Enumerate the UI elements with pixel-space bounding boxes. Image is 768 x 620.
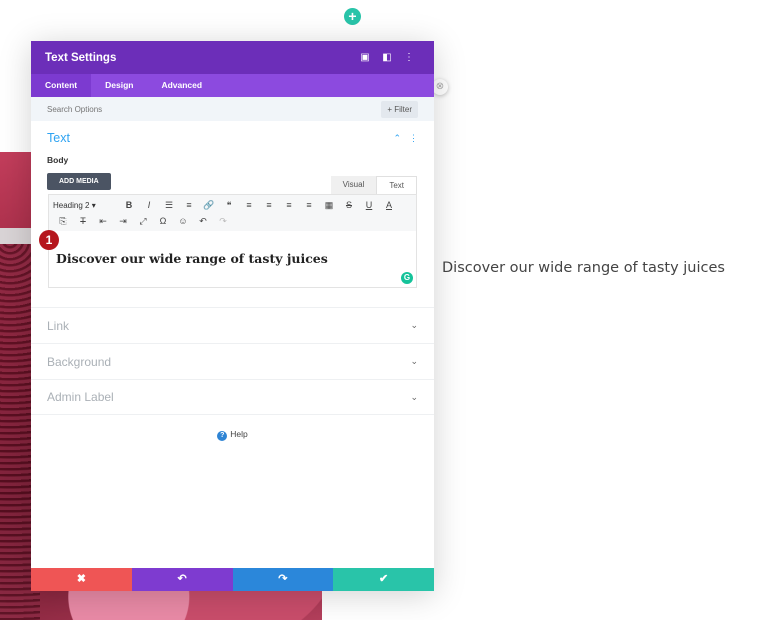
- indent-icon[interactable]: ⇥: [113, 216, 133, 227]
- align-left-icon[interactable]: ≡: [239, 200, 259, 210]
- text-section-header[interactable]: Text ⌃ ⋮: [31, 121, 434, 155]
- add-section-plus-icon[interactable]: +: [344, 8, 361, 25]
- outdent-icon[interactable]: ⇤: [93, 216, 113, 227]
- format-select[interactable]: Heading 2 ▾: [53, 201, 119, 210]
- text-settings-modal: Text Settings ▣ ◧ ⋮ Content Design Advan…: [31, 41, 434, 591]
- tab-advanced[interactable]: Advanced: [147, 74, 216, 97]
- underline-icon[interactable]: U: [359, 200, 379, 210]
- help-link[interactable]: ? Help: [31, 429, 434, 441]
- chevron-down-icon[interactable]: ⌄: [410, 356, 418, 367]
- chevron-up-icon[interactable]: ⌃: [393, 133, 401, 144]
- toolbar-row-2: ⎘ T ⇤ ⇥ ⤢ Ω ☺ ↶ ↷: [53, 213, 412, 229]
- more-vertical-icon[interactable]: ⋮: [398, 52, 420, 63]
- redo-icon[interactable]: ↷: [213, 216, 233, 227]
- quote-icon[interactable]: ❝: [219, 200, 239, 211]
- modal-title: Text Settings: [45, 51, 117, 64]
- step-marker-badge: 1: [39, 230, 59, 250]
- bullet-list-icon[interactable]: ☰: [159, 200, 179, 211]
- filter-button[interactable]: + Filter: [381, 100, 418, 118]
- fullscreen-icon[interactable]: ⤢: [133, 216, 153, 227]
- link-icon[interactable]: 🔗: [199, 200, 219, 211]
- numbered-list-icon[interactable]: ≡: [179, 200, 199, 210]
- tab-design[interactable]: Design: [91, 74, 147, 97]
- text-color-icon[interactable]: A: [379, 200, 399, 210]
- justify-icon[interactable]: ≡: [299, 200, 319, 210]
- check-icon: ✔: [379, 573, 389, 585]
- page-canvas: + Discover our wide range of tasty juice…: [0, 0, 768, 620]
- link-section-header[interactable]: Link ⌄: [31, 307, 434, 343]
- body-label: Body: [47, 155, 69, 165]
- section-more-icon[interactable]: ⋮: [409, 133, 418, 144]
- undo-icon[interactable]: ↶: [193, 216, 213, 227]
- grammarly-icon[interactable]: G: [401, 272, 413, 284]
- special-char-icon[interactable]: Ω: [153, 216, 173, 226]
- expand-icon[interactable]: ▣: [354, 52, 376, 63]
- editor-toolbar: Heading 2 ▾ B I ☰ ≡ 🔗 ❝ ≡ ≡ ≡ ≡ ▦ S U A: [49, 195, 416, 231]
- modal-footer: ✖ ↶ ↷ ✔: [31, 568, 434, 591]
- search-options-input[interactable]: [47, 104, 382, 114]
- tab-text[interactable]: Text: [376, 176, 417, 194]
- tab-content[interactable]: Content: [31, 74, 92, 97]
- chevron-down-icon[interactable]: ⌄: [410, 320, 418, 331]
- italic-icon[interactable]: I: [139, 200, 159, 210]
- text-section-title: Text: [47, 131, 70, 145]
- format-select-value: Heading 2: [53, 200, 90, 210]
- redo-button[interactable]: ↷: [232, 568, 334, 591]
- paste-icon[interactable]: ⎘: [53, 216, 73, 227]
- columns-icon[interactable]: ◧: [376, 52, 398, 63]
- bold-icon[interactable]: B: [119, 200, 139, 210]
- background-section-title: Background: [47, 354, 112, 369]
- modal-tabs: Content Design Advanced: [31, 74, 434, 97]
- toolbar-row-1: Heading 2 ▾ B I ☰ ≡ 🔗 ❝ ≡ ≡ ≡ ≡ ▦ S U A: [53, 197, 412, 213]
- link-section-title: Link: [47, 318, 70, 333]
- media-row: ADD MEDIA Visual Text: [31, 170, 434, 194]
- add-media-button[interactable]: ADD MEDIA: [47, 173, 111, 190]
- help-label: Help: [230, 429, 248, 439]
- undo-button[interactable]: ↶: [131, 568, 233, 591]
- undo-icon: ↶: [177, 573, 187, 585]
- side-close-icon[interactable]: ⊗: [432, 79, 448, 95]
- editor-heading-text: Discover our wide range of tasty juices: [56, 251, 328, 266]
- redo-icon: ↷: [278, 573, 288, 585]
- preview-text-module[interactable]: Discover our wide range of tasty juices: [442, 260, 725, 276]
- clear-format-icon[interactable]: T: [73, 216, 93, 226]
- chevron-down-icon[interactable]: ⌄: [410, 392, 418, 403]
- tab-visual[interactable]: Visual: [330, 176, 377, 194]
- help-icon: ?: [217, 431, 228, 441]
- table-icon[interactable]: ▦: [319, 200, 339, 211]
- modal-header[interactable]: Text Settings ▣ ◧ ⋮: [31, 41, 434, 74]
- emoji-icon[interactable]: ☺: [173, 216, 193, 226]
- editor-text-area[interactable]: Discover our wide range of tasty juices …: [49, 231, 416, 287]
- search-bar: + Filter: [31, 97, 434, 121]
- admin-label-section-title: Admin Label: [47, 390, 114, 404]
- strikethrough-icon[interactable]: S: [339, 200, 359, 210]
- cancel-button[interactable]: ✖: [31, 568, 132, 591]
- rich-text-editor: Heading 2 ▾ B I ☰ ≡ 🔗 ❝ ≡ ≡ ≡ ≡ ▦ S U A: [48, 194, 417, 288]
- admin-label-section-header[interactable]: Admin Label ⌄: [31, 379, 434, 415]
- editor-mode-tabs: Visual Text: [330, 176, 417, 194]
- background-section-header[interactable]: Background ⌄: [31, 343, 434, 379]
- save-button[interactable]: ✔: [333, 568, 434, 591]
- align-right-icon[interactable]: ≡: [279, 200, 299, 210]
- close-icon: ✖: [76, 573, 86, 585]
- align-center-icon[interactable]: ≡: [259, 200, 279, 210]
